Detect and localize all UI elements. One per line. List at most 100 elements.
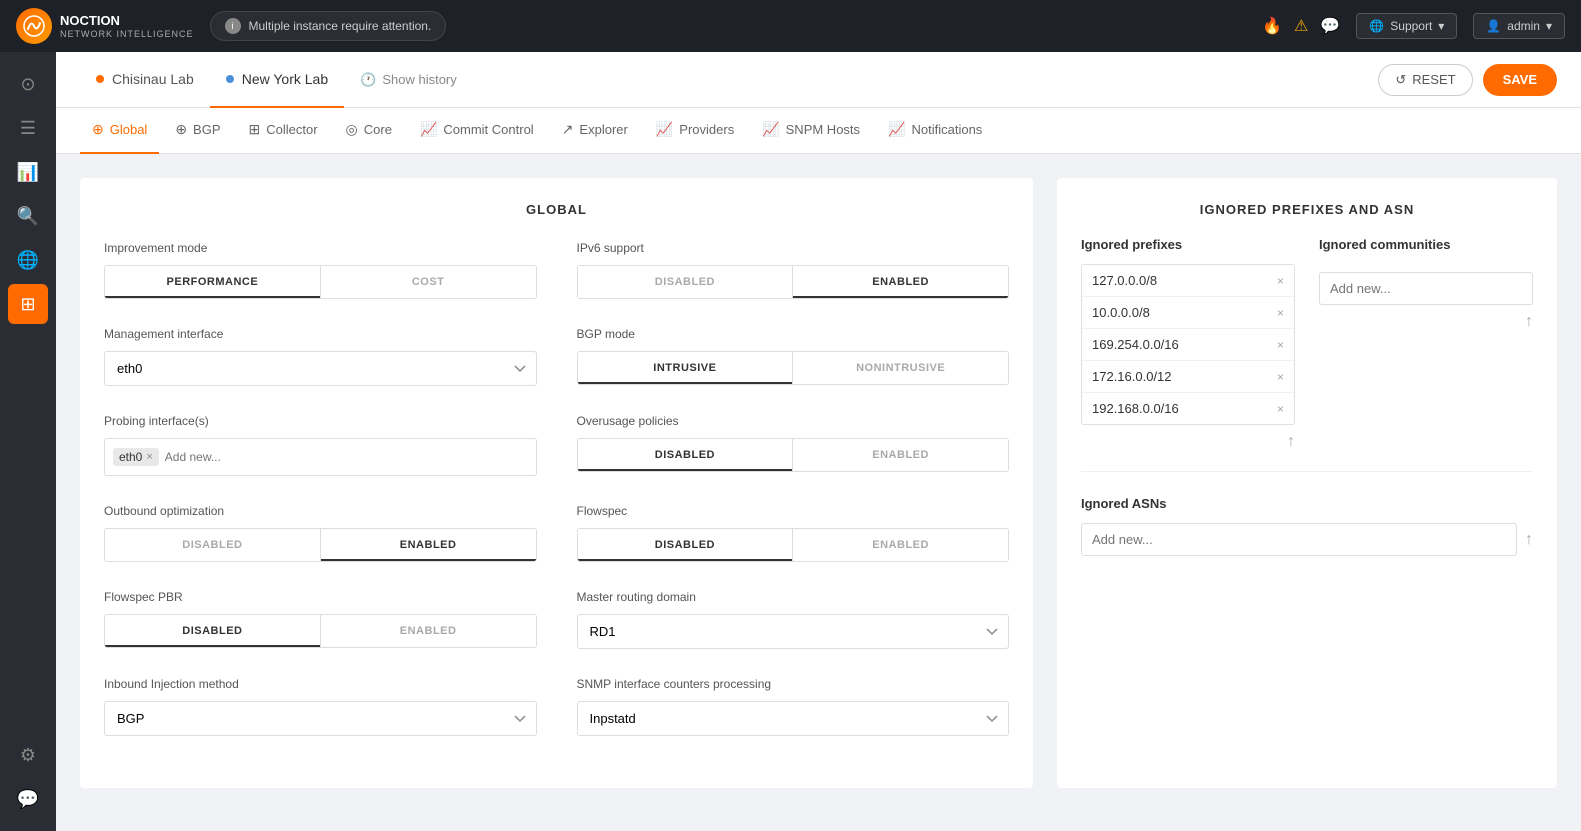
tab-explorer[interactable]: ↗ Explorer bbox=[550, 108, 640, 154]
prefix-remove-3[interactable]: × bbox=[1277, 370, 1284, 384]
list-item: 127.0.0.0/8 × bbox=[1082, 265, 1294, 297]
prefix-remove-4[interactable]: × bbox=[1277, 402, 1284, 416]
flowspec-disabled-btn[interactable]: DISABLED bbox=[578, 529, 794, 561]
snmp-counters-select[interactable]: Inpstatd SNMP NetFlow bbox=[577, 701, 1010, 736]
improvement-performance-btn[interactable]: PERFORMANCE bbox=[105, 266, 321, 298]
ignored-communities-col: Ignored communities ↑ bbox=[1319, 237, 1533, 451]
support-button[interactable]: 🌐 Support ▾ bbox=[1356, 13, 1457, 39]
tab-collector[interactable]: ⊞ Collector bbox=[237, 108, 330, 154]
flowspec-label: Flowspec bbox=[577, 504, 1010, 518]
reset-button[interactable]: ↺ RESET bbox=[1378, 64, 1472, 96]
inbound-injection-group: Inbound Injection method BGP Static OSPF bbox=[104, 677, 537, 736]
tab-chisinau-lab[interactable]: Chisinau Lab bbox=[80, 52, 210, 108]
add-asn-input[interactable] bbox=[1081, 523, 1517, 556]
save-button[interactable]: SAVE bbox=[1483, 64, 1557, 96]
prefix-value: 172.16.0.0/12 bbox=[1092, 369, 1172, 384]
show-history-button[interactable]: 🕐 Show history bbox=[360, 72, 457, 88]
list-item: 169.254.0.0/16 × bbox=[1082, 329, 1294, 361]
management-interface-label: Management interface bbox=[104, 327, 537, 341]
flowspec-group: Flowspec DISABLED ENABLED bbox=[577, 504, 1010, 562]
snpm-icon: 📈 bbox=[762, 121, 779, 138]
tab-bgp[interactable]: ⊕ BGP bbox=[163, 108, 232, 154]
sidebar-item-chat[interactable]: 💬 bbox=[8, 779, 48, 819]
ignored-panel-title: IGNORED PREFIXES AND ASN bbox=[1081, 202, 1533, 217]
improvement-mode-toggle: PERFORMANCE COST bbox=[104, 265, 537, 299]
form-row-1: Improvement mode PERFORMANCE COST IPv6 s… bbox=[104, 241, 1009, 299]
sidebar-item-dashboard[interactable]: ⊙ bbox=[8, 64, 48, 104]
sidebar-item-controls[interactable]: ⊞ bbox=[8, 284, 48, 324]
global-icon: ⊕ bbox=[92, 121, 104, 138]
prefix-remove-2[interactable]: × bbox=[1277, 338, 1284, 352]
bgp-intrusive-btn[interactable]: INTRUSIVE bbox=[578, 352, 794, 384]
tab-notifications[interactable]: 📈 Notifications bbox=[876, 108, 994, 154]
bgp-nonintrusive-btn[interactable]: NONINTRUSIVE bbox=[793, 352, 1008, 384]
inbound-injection-label: Inbound Injection method bbox=[104, 677, 537, 691]
form-row-3: Probing interface(s) eth0 × Overusage po… bbox=[104, 414, 1009, 476]
prefix-remove-1[interactable]: × bbox=[1277, 306, 1284, 320]
bgp-icon: ⊕ bbox=[175, 121, 187, 138]
flowspec-pbr-toggle: DISABLED ENABLED bbox=[104, 614, 537, 648]
snmp-counters-group: SNMP interface counters processing Inpst… bbox=[577, 677, 1010, 736]
prefix-remove-0[interactable]: × bbox=[1277, 274, 1284, 288]
tab-snpm-hosts[interactable]: 📈 SNPM Hosts bbox=[750, 108, 872, 154]
outbound-optimization-group: Outbound optimization DISABLED ENABLED bbox=[104, 504, 537, 562]
asn-upload-icon[interactable]: ↑ bbox=[1525, 531, 1533, 549]
overusage-disabled-btn[interactable]: DISABLED bbox=[578, 439, 794, 471]
chevron-down-icon: ▾ bbox=[1546, 19, 1552, 33]
outbound-disabled-btn[interactable]: DISABLED bbox=[105, 529, 321, 561]
instance-tabs-bar: Chisinau Lab New York Lab 🕐 Show history… bbox=[56, 52, 1581, 108]
overusage-enabled-btn[interactable]: ENABLED bbox=[793, 439, 1008, 471]
overusage-toggle: DISABLED ENABLED bbox=[577, 438, 1010, 472]
sidebar-item-settings[interactable]: ⚙ bbox=[8, 735, 48, 775]
improvement-cost-btn[interactable]: COST bbox=[321, 266, 536, 298]
community-upload-icon[interactable]: ↑ bbox=[1319, 313, 1533, 331]
flowspec-enabled-btn[interactable]: ENABLED bbox=[793, 529, 1008, 561]
newyork-dot bbox=[226, 75, 234, 83]
logo-icon bbox=[16, 8, 52, 44]
fire-icon[interactable]: 🔥 bbox=[1262, 16, 1282, 36]
sidebar-item-analytics[interactable]: 📊 bbox=[8, 152, 48, 192]
tab-providers[interactable]: 📈 Providers bbox=[644, 108, 746, 154]
analytics-icon: 📊 bbox=[17, 162, 39, 183]
tab-new-york-lab[interactable]: New York Lab bbox=[210, 52, 344, 108]
divider bbox=[1081, 471, 1533, 472]
flowspec-toggle: DISABLED ENABLED bbox=[577, 528, 1010, 562]
add-community-input[interactable] bbox=[1319, 272, 1533, 305]
flowspec-pbr-disabled-btn[interactable]: DISABLED bbox=[105, 615, 321, 647]
content-area: GLOBAL Improvement mode PERFORMANCE COST… bbox=[56, 154, 1581, 812]
gear-icon: ⚙ bbox=[20, 745, 36, 766]
sidebar-item-globe[interactable]: 🌐 bbox=[8, 240, 48, 280]
probing-interfaces-label: Probing interface(s) bbox=[104, 414, 537, 428]
probing-interfaces-input[interactable]: eth0 × bbox=[104, 438, 537, 476]
tab-core[interactable]: ◎ Core bbox=[334, 108, 404, 154]
bgp-mode-toggle: INTRUSIVE NONINTRUSIVE bbox=[577, 351, 1010, 385]
ipv6-enabled-btn[interactable]: ENABLED bbox=[793, 266, 1008, 298]
management-interface-select[interactable]: eth0 eth1 eth2 bbox=[104, 351, 537, 386]
global-panel: GLOBAL Improvement mode PERFORMANCE COST… bbox=[80, 178, 1033, 788]
ipv6-disabled-btn[interactable]: DISABLED bbox=[578, 266, 794, 298]
tab-global[interactable]: ⊕ Global bbox=[80, 108, 159, 154]
admin-button[interactable]: 👤 admin ▾ bbox=[1473, 13, 1565, 39]
flowspec-pbr-enabled-btn[interactable]: ENABLED bbox=[321, 615, 536, 647]
tag-remove-eth0[interactable]: × bbox=[146, 451, 152, 463]
flowspec-pbr-group: Flowspec PBR DISABLED ENABLED bbox=[104, 590, 537, 648]
prefix-upload-icon[interactable]: ↑ bbox=[1081, 433, 1295, 451]
master-routing-domain-label: Master routing domain bbox=[577, 590, 1010, 604]
message-icon[interactable]: 💬 bbox=[1320, 16, 1340, 36]
overusage-policies-group: Overusage policies DISABLED ENABLED bbox=[577, 414, 1010, 472]
reset-icon: ↺ bbox=[1395, 72, 1406, 88]
sidebar-item-search[interactable]: 🔍 bbox=[8, 196, 48, 236]
reports-icon: ☰ bbox=[20, 118, 36, 139]
warning-icon[interactable]: ⚠ bbox=[1294, 16, 1308, 36]
inbound-injection-select[interactable]: BGP Static OSPF bbox=[104, 701, 537, 736]
tab-commit-control[interactable]: 📈 Commit Control bbox=[408, 108, 546, 154]
master-routing-domain-select[interactable]: RD1 RD2 RD3 bbox=[577, 614, 1010, 649]
alert-banner[interactable]: i Multiple instance require attention. bbox=[210, 11, 447, 41]
probing-add-input[interactable] bbox=[165, 450, 528, 464]
probing-tag-eth0: eth0 × bbox=[113, 448, 159, 466]
commit-icon: 📈 bbox=[420, 121, 437, 138]
prefix-value: 192.168.0.0/16 bbox=[1092, 401, 1179, 416]
sidebar-item-reports[interactable]: ☰ bbox=[8, 108, 48, 148]
outbound-enabled-btn[interactable]: ENABLED bbox=[321, 529, 536, 561]
ignored-prefixes-col: Ignored prefixes 127.0.0.0/8 × 10.0.0.0/… bbox=[1081, 237, 1295, 451]
